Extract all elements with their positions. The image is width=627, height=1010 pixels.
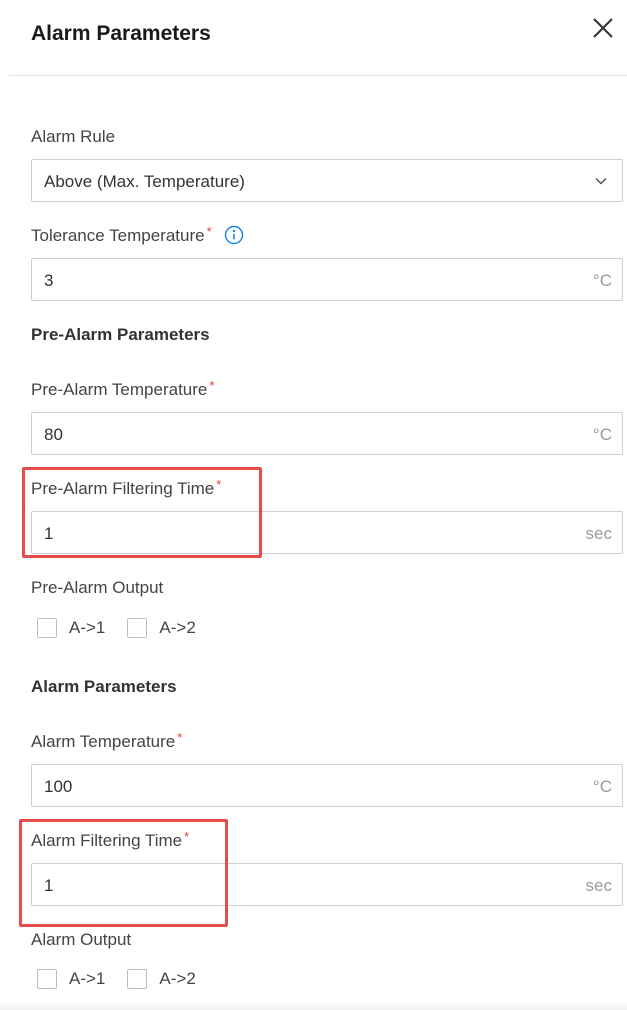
unit-label: °C	[592, 271, 612, 290]
alarm-filtering-time-value: 1	[44, 876, 54, 895]
alarm-output-a2-checkbox[interactable]: A->2	[127, 969, 196, 989]
dialog-header: Alarm Parameters	[0, 0, 627, 76]
alarm-output-a1-checkbox[interactable]: A->1	[37, 969, 105, 989]
alarm-section-title: Alarm Parameters	[31, 677, 177, 696]
close-icon[interactable]	[589, 14, 617, 42]
info-icon[interactable]	[224, 225, 244, 245]
alarm-temperature-label: Alarm Temperature *	[31, 730, 183, 751]
unit-label: sec	[585, 524, 612, 543]
pre-alarm-output-a1-checkbox[interactable]: A->1	[37, 618, 105, 638]
pre-alarm-temperature-value: 80	[44, 425, 63, 444]
alarm-rule-label: Alarm Rule	[31, 127, 116, 146]
pre-alarm-output-a2-checkbox[interactable]: A->2	[127, 618, 196, 638]
tolerance-temperature-value: 3	[44, 271, 54, 290]
alarm-filtering-time-input[interactable]: 1 sec	[31, 863, 623, 906]
dialog-title: Alarm Parameters	[31, 22, 211, 45]
pre-alarm-filtering-time-label: Pre-Alarm Filtering Time *	[31, 477, 222, 498]
alarm-temperature-value: 100	[44, 777, 73, 796]
checkbox-label: A->1	[69, 969, 106, 988]
scroll-fade	[0, 1000, 627, 1010]
alarm-output-label: Alarm Output	[31, 930, 132, 949]
alarm-rule-select[interactable]: Above (Max. Temperature)	[31, 159, 623, 202]
header-divider	[9, 75, 627, 76]
required-mark: *	[184, 829, 190, 844]
alarm-output-options: A->1 A->2	[37, 967, 218, 991]
required-mark: *	[216, 477, 222, 492]
checkbox-label: A->1	[69, 618, 106, 637]
unit-label: °C	[592, 425, 612, 444]
alarm-temperature-input[interactable]: 100 °C	[31, 764, 623, 807]
checkbox-box[interactable]	[37, 969, 57, 989]
unit-label: °C	[592, 777, 612, 796]
required-mark: *	[209, 378, 215, 393]
checkbox-label: A->2	[159, 618, 196, 637]
checkbox-box[interactable]	[127, 618, 148, 638]
pre-alarm-output-options: A->1 A->2	[37, 616, 218, 640]
required-mark: *	[177, 730, 183, 745]
pre-alarm-output-label: Pre-Alarm Output	[31, 578, 164, 597]
alarm-rule-value: Above (Max. Temperature)	[44, 172, 245, 191]
checkbox-label: A->2	[159, 969, 196, 988]
pre-alarm-filtering-time-input[interactable]: 1 sec	[31, 511, 623, 554]
checkbox-box[interactable]	[37, 618, 57, 638]
required-mark: *	[206, 224, 212, 239]
pre-alarm-filtering-time-value: 1	[44, 524, 54, 543]
tolerance-temperature-input[interactable]: 3 °C	[31, 258, 623, 301]
chevron-down-icon	[595, 177, 607, 185]
tolerance-temperature-label: Tolerance Temperature *	[31, 224, 244, 247]
pre-alarm-section-title: Pre-Alarm Parameters	[31, 325, 210, 344]
pre-alarm-temperature-input[interactable]: 80 °C	[31, 412, 623, 455]
checkbox-box[interactable]	[127, 969, 148, 989]
pre-alarm-temperature-label: Pre-Alarm Temperature *	[31, 378, 215, 399]
alarm-filtering-time-label: Alarm Filtering Time *	[31, 829, 190, 850]
unit-label: sec	[585, 876, 612, 895]
